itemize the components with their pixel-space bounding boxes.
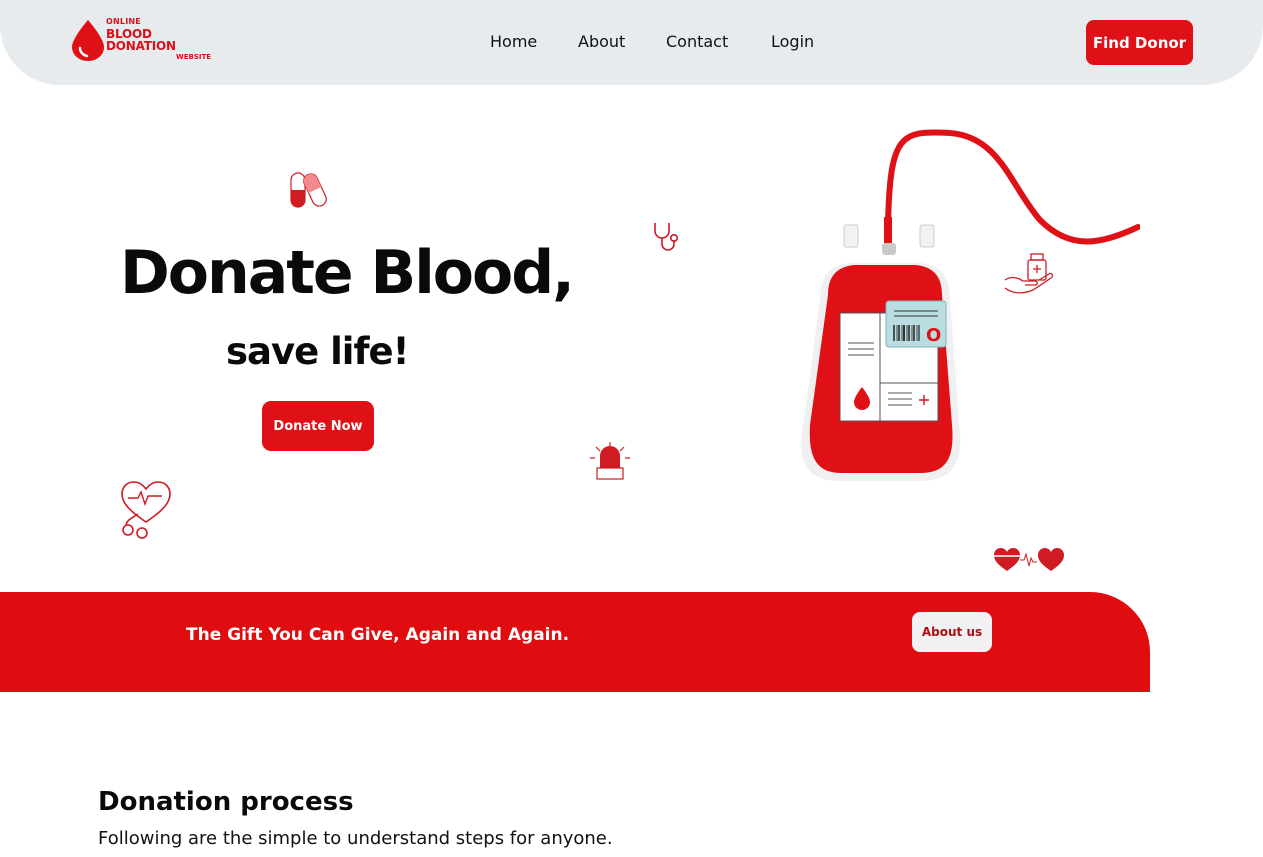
section-subtitle: Following are the simple to understand s… <box>98 828 613 849</box>
nav-contact[interactable]: Contact <box>666 32 728 51</box>
heart-stethoscope-icon <box>121 481 171 539</box>
logo-line-2: BLOOD DONATION <box>106 27 176 53</box>
site-header: ONLINE BLOOD DONATION WEBSITE Home About… <box>0 0 1263 85</box>
stethoscope-icon <box>654 223 678 251</box>
logo-line-1: ONLINE <box>106 17 141 26</box>
logo-text: ONLINE BLOOD DONATION WEBSITE <box>106 18 220 61</box>
about-us-button[interactable]: About us <box>912 612 992 652</box>
hero-title: Donate Blood, <box>120 238 575 308</box>
hero-subtitle: save life! <box>226 330 410 373</box>
logo-line-3: WEBSITE <box>176 53 212 61</box>
blood-drop-icon <box>72 20 104 61</box>
heartbeat-hearts-icon <box>994 548 1064 571</box>
siren-icon <box>590 442 630 480</box>
find-donor-button[interactable]: Find Donor <box>1086 20 1193 65</box>
donate-now-button[interactable]: Donate Now <box>262 401 374 451</box>
blood-type-label: O <box>926 325 941 346</box>
nav-login[interactable]: Login <box>771 32 814 51</box>
tagline-text: The Gift You Can Give, Again and Again. <box>186 625 570 645</box>
nav-about[interactable]: About <box>578 32 625 51</box>
hand-medicine-icon <box>1004 253 1054 294</box>
site-logo[interactable]: ONLINE BLOOD DONATION WEBSITE <box>70 16 220 64</box>
blood-bag-illustration: O <box>801 129 1140 481</box>
pill-capsule-icon <box>290 172 327 208</box>
nav-home[interactable]: Home <box>490 32 537 51</box>
section-title: Donation process <box>98 787 354 817</box>
